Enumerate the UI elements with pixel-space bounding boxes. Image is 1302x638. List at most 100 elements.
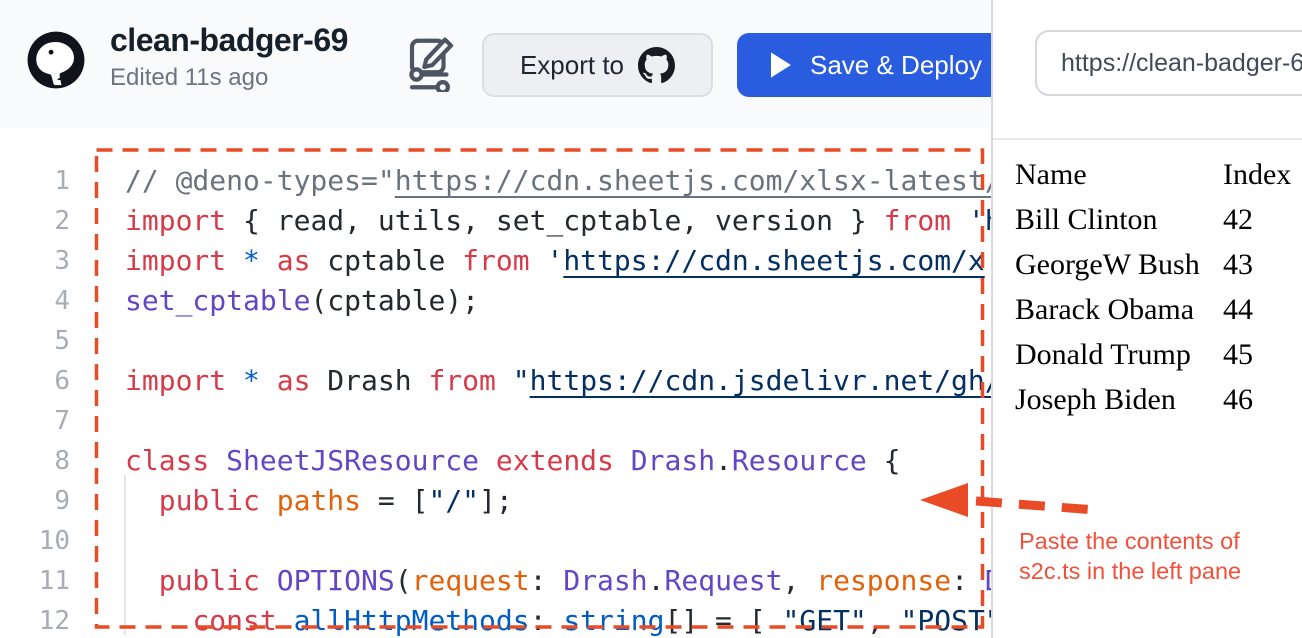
code-token: cptable <box>310 244 462 277</box>
code-token <box>951 204 968 237</box>
line-number: 4 <box>0 281 70 321</box>
line-number: 11 <box>0 561 70 601</box>
save-button-label: Save & Deploy <box>810 50 982 81</box>
deno-logo-icon[interactable] <box>27 31 85 89</box>
line-number: 10 <box>0 521 70 561</box>
code-text: public OPTIONS(request: Drash.Request, r… <box>70 561 991 601</box>
code-editor[interactable]: 1// @deno-types="https://cdn.sheetjs.com… <box>0 128 991 638</box>
code-line[interactable]: 2import { read, utils, set_cptable, vers… <box>0 201 991 241</box>
code-token: Drash <box>563 564 647 597</box>
code-token <box>226 364 243 397</box>
code-line[interactable]: 12 const allHttpMethods: string[] = [ "G… <box>0 601 991 638</box>
code-token: (cptable); <box>310 284 479 317</box>
code-token: https://cdn.sheetjs.com/xlsx-latest/ <box>395 164 991 197</box>
code-token <box>260 244 277 277</box>
table-header-cell: Name <box>1015 152 1223 197</box>
code-text: // @deno-types="https://cdn.sheetjs.com/… <box>70 161 991 201</box>
project-name: clean-badger-69 <box>110 22 348 58</box>
code-token: // @deno-types=" <box>125 164 395 197</box>
code-token <box>125 604 192 637</box>
code-line[interactable]: 10 <box>0 521 991 561</box>
code-line[interactable]: 5 <box>0 321 991 361</box>
table-header-row: NameIndex <box>1015 152 1291 197</box>
code-token: . <box>715 444 732 477</box>
code-line[interactable]: 9 public paths = ["/"]; <box>0 481 991 521</box>
line-number: 12 <box>0 601 70 638</box>
editor-pane: clean-badger-69 Edited 11s ago Export to <box>0 0 991 638</box>
line-number: 9 <box>0 481 70 521</box>
play-icon <box>771 52 792 78</box>
code-token: public <box>159 484 260 517</box>
code-token: public <box>159 564 260 597</box>
code-text: const allHttpMethods: string[] = [ "GET"… <box>70 601 991 638</box>
table-cell: Joseph Biden <box>1015 377 1223 422</box>
table-cell: 42 <box>1223 197 1291 242</box>
code-token: . <box>648 564 665 597</box>
code-token: from <box>462 244 529 277</box>
code-line[interactable]: 8class SheetJSResource extends Drash.Res… <box>0 441 991 481</box>
code-token: import <box>125 204 226 237</box>
code-token: as <box>277 244 311 277</box>
code-token: OPTIONS <box>277 564 395 597</box>
code-token: "/" <box>428 484 479 517</box>
code-token: request <box>412 564 530 597</box>
code-text: public paths = ["/"]; <box>70 481 513 521</box>
line-number: 7 <box>0 401 70 441</box>
code-token: ]; <box>479 484 513 517</box>
code-token: import <box>125 364 226 397</box>
code-token: " <box>513 364 530 397</box>
code-line[interactable]: 3import * as cptable from 'https://cdn.s… <box>0 241 991 281</box>
code-token: = [ <box>361 484 428 517</box>
table-cell: 45 <box>1223 332 1291 377</box>
table-cell: Donald Trump <box>1015 332 1223 377</box>
code-text: class SheetJSResource extends Drash.Reso… <box>70 441 901 481</box>
line-number: 5 <box>0 321 70 361</box>
code-token: set_cptable <box>125 284 310 317</box>
code-token: , <box>783 564 817 597</box>
code-text <box>70 321 125 361</box>
code-token: string <box>563 604 664 637</box>
code-token: Drash <box>631 444 715 477</box>
line-number: 2 <box>0 201 70 241</box>
table-cell: 43 <box>1223 242 1291 287</box>
code-text: set_cptable(cptable); <box>70 281 479 321</box>
code-text <box>70 401 125 441</box>
code-token: extends <box>496 444 614 477</box>
code-token: { <box>867 444 901 477</box>
code-token: allHttpMethods <box>294 604 530 637</box>
code-token: response <box>816 564 951 597</box>
rename-project-icon[interactable] <box>406 30 454 92</box>
code-token: * <box>243 364 260 397</box>
code-line[interactable]: 6import * as Drash from "https://cdn.jsd… <box>0 361 991 401</box>
code-token: SheetJSResource <box>226 444 479 477</box>
edited-timestamp: Edited 11s ago <box>110 64 348 92</box>
code-token: : <box>530 604 564 637</box>
table-row: Bill Clinton42 <box>1015 197 1291 242</box>
playground-topbar: clean-badger-69 Edited 11s ago Export to <box>0 0 991 130</box>
code-token <box>530 244 547 277</box>
code-token: "POST" <box>901 604 991 637</box>
code-token: "GET" <box>783 604 867 637</box>
indent-guide <box>124 475 126 635</box>
preview-header <box>993 0 1302 140</box>
code-line[interactable]: 4set_cptable(cptable); <box>0 281 991 321</box>
code-line[interactable]: 1// @deno-types="https://cdn.sheetjs.com… <box>0 161 991 201</box>
code-token: { read, utils, set_cptable, version } <box>226 204 883 237</box>
code-text: import { read, utils, set_cptable, versi… <box>70 201 991 241</box>
table-cell: Bill Clinton <box>1015 197 1223 242</box>
code-lines: 1// @deno-types="https://cdn.sheetjs.com… <box>0 161 991 638</box>
code-token: as <box>277 364 311 397</box>
table-row: Barack Obama44 <box>1015 287 1291 332</box>
code-token <box>479 444 496 477</box>
code-token <box>496 364 513 397</box>
preview-table: NameIndexBill Clinton42GeorgeW Bush43Bar… <box>1015 152 1291 422</box>
code-token <box>260 484 277 517</box>
deployment-url-input[interactable] <box>1035 30 1302 96</box>
export-to-github-button[interactable]: Export to <box>482 33 713 97</box>
code-line[interactable]: 7 <box>0 401 991 441</box>
code-line[interactable]: 11 public OPTIONS(request: Drash.Request… <box>0 561 991 601</box>
save-and-deploy-button[interactable]: Save & Deploy <box>737 33 991 97</box>
github-icon <box>638 47 675 84</box>
table-row: Joseph Biden46 <box>1015 377 1291 422</box>
code-token <box>125 564 159 597</box>
